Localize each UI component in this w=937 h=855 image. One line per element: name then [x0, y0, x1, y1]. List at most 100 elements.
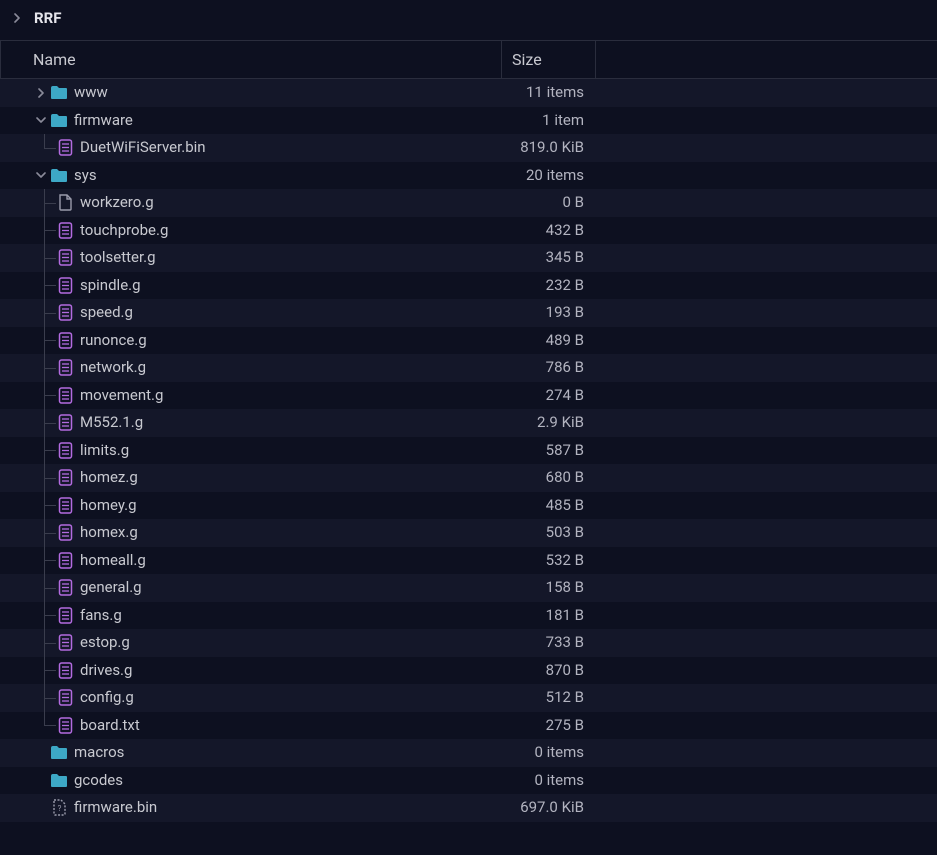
tree-guide	[32, 464, 56, 492]
file-name-label: runonce.g	[80, 327, 147, 355]
tree-row-name-cell[interactable]: drives.g	[0, 657, 502, 685]
tree-folder-row[interactable]: macros0 items	[0, 739, 937, 767]
tree-file-row[interactable]: limits.g587 B	[0, 437, 937, 465]
file-name-label: speed.g	[80, 299, 133, 327]
gcode-file-icon	[56, 441, 74, 459]
tree-row-name-cell[interactable]: limits.g	[0, 437, 502, 465]
gcode-file-icon	[56, 386, 74, 404]
tree-file-row[interactable]: workzero.g0 B	[0, 189, 937, 217]
gcode-file-icon	[56, 139, 74, 157]
tree-guide	[32, 437, 56, 465]
file-tree: www11 itemsfirmware1 itemDuetWiFiServer.…	[0, 79, 937, 822]
breadcrumb: RRF	[0, 0, 937, 36]
gcode-file-icon	[56, 579, 74, 597]
breadcrumb-title[interactable]: RRF	[34, 9, 61, 27]
gcode-file-icon	[56, 249, 74, 267]
file-size-label: 1 item	[502, 107, 590, 135]
tree-row-name-cell[interactable]: firmware	[0, 107, 502, 135]
column-header-size[interactable]: Size	[502, 41, 596, 78]
svg-text:?: ?	[57, 804, 61, 813]
tree-file-row[interactable]: homey.g485 B	[0, 492, 937, 520]
file-size-label: 733 B	[502, 629, 590, 657]
tree-file-row[interactable]: board.txt275 B	[0, 712, 937, 740]
tree-row-name-cell[interactable]: network.g	[0, 354, 502, 382]
tree-folder-row[interactable]: gcodes0 items	[0, 767, 937, 795]
tree-row-name-cell[interactable]: config.g	[0, 684, 502, 712]
file-size-label: 485 B	[502, 492, 590, 520]
tree-file-row[interactable]: spindle.g232 B	[0, 272, 937, 300]
gcode-file-icon	[56, 689, 74, 707]
tree-folder-row[interactable]: sys 20 items	[0, 162, 937, 190]
tree-row-name-cell[interactable]: board.txt	[0, 712, 502, 740]
tree-file-row[interactable]: toolsetter.g345 B	[0, 244, 937, 272]
gcode-file-icon	[56, 496, 74, 514]
folder-icon	[50, 84, 68, 102]
tree-row-name-cell[interactable]: DuetWiFiServer.bin	[0, 134, 502, 162]
tree-file-row[interactable]: drives.g870 B	[0, 657, 937, 685]
tree-row-name-cell[interactable]: toolsetter.g	[0, 244, 502, 272]
tree-row-name-cell[interactable]: homex.g	[0, 519, 502, 547]
tree-row-name-cell[interactable]: macros	[0, 739, 502, 767]
tree-row-name-cell[interactable]: sys	[0, 162, 502, 190]
tree-row-name-cell[interactable]: speed.g	[0, 299, 502, 327]
tree-row-name-cell[interactable]: estop.g	[0, 629, 502, 657]
tree-file-row[interactable]: touchprobe.g432 B	[0, 217, 937, 245]
tree-file-row[interactable]: config.g512 B	[0, 684, 937, 712]
file-size-label: 0 items	[502, 767, 590, 795]
file-name-label: homez.g	[80, 464, 138, 492]
tree-row-name-cell[interactable]: M552.1.g	[0, 409, 502, 437]
tree-file-row[interactable]: general.g158 B	[0, 574, 937, 602]
file-size-label: 0 items	[502, 739, 590, 767]
file-size-label: 158 B	[502, 574, 590, 602]
gcode-file-icon	[56, 661, 74, 679]
tree-file-row[interactable]: homeall.g532 B	[0, 547, 937, 575]
tree-row-name-cell[interactable]: fans.g	[0, 602, 502, 630]
tree-file-row[interactable]: ?firmware.bin697.0 KiB	[0, 794, 937, 822]
tree-file-row[interactable]: M552.1.g2.9 KiB	[0, 409, 937, 437]
file-size-label: 274 B	[502, 382, 590, 410]
chevron-down-icon[interactable]	[32, 170, 50, 180]
file-size-label: 786 B	[502, 354, 590, 382]
tree-file-row[interactable]: speed.g193 B	[0, 299, 937, 327]
tree-guide	[32, 217, 56, 245]
file-size-label: 587 B	[502, 437, 590, 465]
file-size-label: 503 B	[502, 519, 590, 547]
tree-folder-row[interactable]: www11 items	[0, 79, 937, 107]
tree-file-row[interactable]: homex.g503 B	[0, 519, 937, 547]
tree-row-name-cell[interactable]: spindle.g	[0, 272, 502, 300]
folder-icon	[50, 111, 68, 129]
tree-file-row[interactable]: fans.g181 B	[0, 602, 937, 630]
tree-guide	[32, 409, 56, 437]
tree-row-name-cell[interactable]: runonce.g	[0, 327, 502, 355]
chevron-down-icon[interactable]	[32, 115, 50, 125]
tree-file-row[interactable]: network.g786 B	[0, 354, 937, 382]
tree-row-name-cell[interactable]: www	[0, 79, 502, 107]
tree-guide	[32, 684, 56, 712]
tree-row-name-cell[interactable]: homeall.g	[0, 547, 502, 575]
tree-row-name-cell[interactable]: homez.g	[0, 464, 502, 492]
file-size-label: 0 B	[502, 189, 590, 217]
chevron-right-icon[interactable]	[32, 88, 50, 98]
tree-row-name-cell[interactable]: ?firmware.bin	[0, 794, 502, 822]
tree-file-row[interactable]: movement.g274 B	[0, 382, 937, 410]
tree-guide	[32, 244, 56, 272]
tree-file-row[interactable]: homez.g680 B	[0, 464, 937, 492]
file-size-label: 20 items	[502, 162, 590, 190]
tree-guide	[32, 492, 56, 520]
tree-file-row[interactable]: DuetWiFiServer.bin819.0 KiB	[0, 134, 937, 162]
chevron-right-icon[interactable]	[8, 13, 26, 23]
tree-row-name-cell[interactable]: touchprobe.g	[0, 217, 502, 245]
file-name-label: sys	[74, 162, 97, 190]
tree-row-name-cell[interactable]: movement.g	[0, 382, 502, 410]
tree-folder-row[interactable]: firmware1 item	[0, 107, 937, 135]
tree-row-name-cell[interactable]: workzero.g	[0, 189, 502, 217]
file-size-label: 11 items	[502, 79, 590, 107]
gcode-file-icon	[56, 716, 74, 734]
tree-row-name-cell[interactable]: homey.g	[0, 492, 502, 520]
tree-row-name-cell[interactable]: general.g	[0, 574, 502, 602]
file-name-label: homeall.g	[80, 547, 146, 575]
column-header-name[interactable]: Name	[0, 41, 502, 78]
tree-row-name-cell[interactable]: gcodes	[0, 767, 502, 795]
tree-file-row[interactable]: runonce.g489 B	[0, 327, 937, 355]
tree-file-row[interactable]: estop.g733 B	[0, 629, 937, 657]
